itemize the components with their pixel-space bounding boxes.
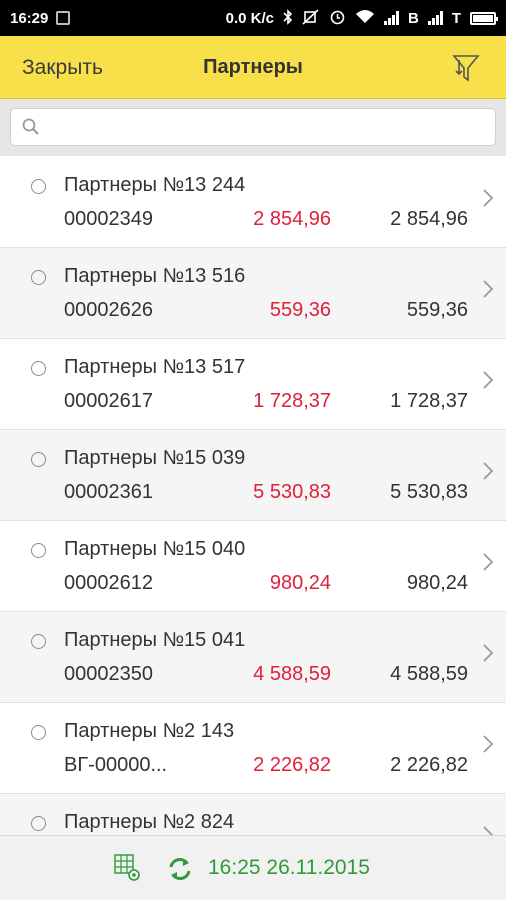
partner-name: Партнеры №15 039 [64,447,246,469]
wifi-icon [355,9,375,27]
select-radio[interactable] [31,270,46,285]
partner-total: 4 588,59 [390,663,468,685]
search-box [10,108,496,147]
carrier-label-1: B [407,9,419,27]
partner-code: 00002361 [64,481,153,503]
partner-debt: 2 226,82 [253,754,331,776]
partner-code: ВГ-00000... [64,754,168,776]
partner-debt: 5 530,83 [253,481,331,503]
search-icon [21,117,41,137]
partner-name: Партнеры №2 824 [64,811,235,833]
battery-icon [470,11,498,25]
list-item[interactable]: Партнеры №13 244 00002349 2 854,96 2 854… [0,157,506,248]
partner-total: 559,36 [406,299,468,321]
list-item[interactable]: Партнеры №2 824 [0,794,506,835]
select-radio[interactable] [31,634,46,649]
chevron-right-icon [482,187,494,209]
partner-total: 2 226,82 [390,754,468,776]
last-sync-datetime: 16:25 26.11.2015 [208,856,370,879]
partner-debt: 980,24 [269,572,331,594]
select-radio[interactable] [31,361,46,376]
select-radio[interactable] [31,543,46,558]
list-item[interactable]: Партнеры №2 143 ВГ-00000... 2 226,82 2 2… [0,703,506,794]
partner-code: 00002626 [64,299,153,321]
chevron-right-icon [482,642,494,664]
partner-total: 2 854,96 [390,208,468,230]
filter-icon[interactable] [448,50,484,86]
status-icons: 0.0 K/c B T [225,8,498,28]
signal-icon [427,11,443,25]
partner-name: Партнеры №13 244 [64,174,246,196]
chevron-right-icon [482,551,494,573]
partner-name: Партнеры №13 517 [64,356,246,378]
partner-code: 00002350 [64,663,153,685]
partner-name: Партнеры №15 041 [64,629,246,651]
partner-total: 5 530,83 [390,481,468,503]
partner-name: Партнеры №15 040 [64,538,246,560]
network-speed: 0.0 K/c [225,9,274,27]
partner-debt: 1 728,37 [253,390,331,412]
select-radio[interactable] [31,452,46,467]
status-bar: 16:29 0.0 K/c B T [0,0,506,36]
partner-code: 00002349 [64,208,153,230]
table-settings-icon[interactable] [112,852,144,884]
sync-icon[interactable] [166,855,194,883]
select-radio[interactable] [31,816,46,831]
alarm-icon [329,8,346,28]
list-item[interactable]: Партнеры №13 517 00002617 1 728,37 1 728… [0,339,506,430]
footer-bar: 16:25 26.11.2015 [0,835,506,900]
partner-debt: 2 854,96 [253,208,331,230]
chevron-right-icon [482,369,494,391]
search-input[interactable] [49,109,487,147]
list-item[interactable]: Партнеры №15 039 00002361 5 530,83 5 530… [0,430,506,521]
partner-code: 00002612 [64,572,153,594]
partner-name: Партнеры №2 143 [64,720,235,742]
chevron-right-icon [482,733,494,755]
list-item[interactable]: Партнеры №13 516 00002626 559,36 559,36 [0,248,506,339]
partner-debt: 559,36 [269,299,331,321]
chevron-right-icon [482,460,494,482]
partner-name: Партнеры №13 516 [64,265,246,287]
app-header: Закрыть Партнеры [0,36,506,99]
bluetooth-icon [283,8,293,28]
page-title: Партнеры [203,56,303,78]
partner-debt: 4 588,59 [253,663,331,685]
select-radio[interactable] [31,725,46,740]
chevron-right-icon [482,278,494,300]
status-time: 16:29 [10,9,49,27]
partners-list: Партнеры №13 244 00002349 2 854,96 2 854… [0,157,506,835]
partner-total: 1 728,37 [390,390,468,412]
image-icon [56,11,71,25]
chevron-right-icon [482,824,494,835]
signal-icon [383,11,399,25]
list-item[interactable]: Партнеры №15 040 00002612 980,24 980,24 [0,521,506,612]
list-item[interactable]: Партнеры №15 041 00002350 4 588,59 4 588… [0,612,506,703]
partner-code: 00002617 [64,390,153,412]
carrier-label-2: T [451,9,461,27]
search-bar [0,99,506,156]
partner-total: 980,24 [406,572,468,594]
select-radio[interactable] [31,179,46,194]
mute-icon [302,8,320,28]
